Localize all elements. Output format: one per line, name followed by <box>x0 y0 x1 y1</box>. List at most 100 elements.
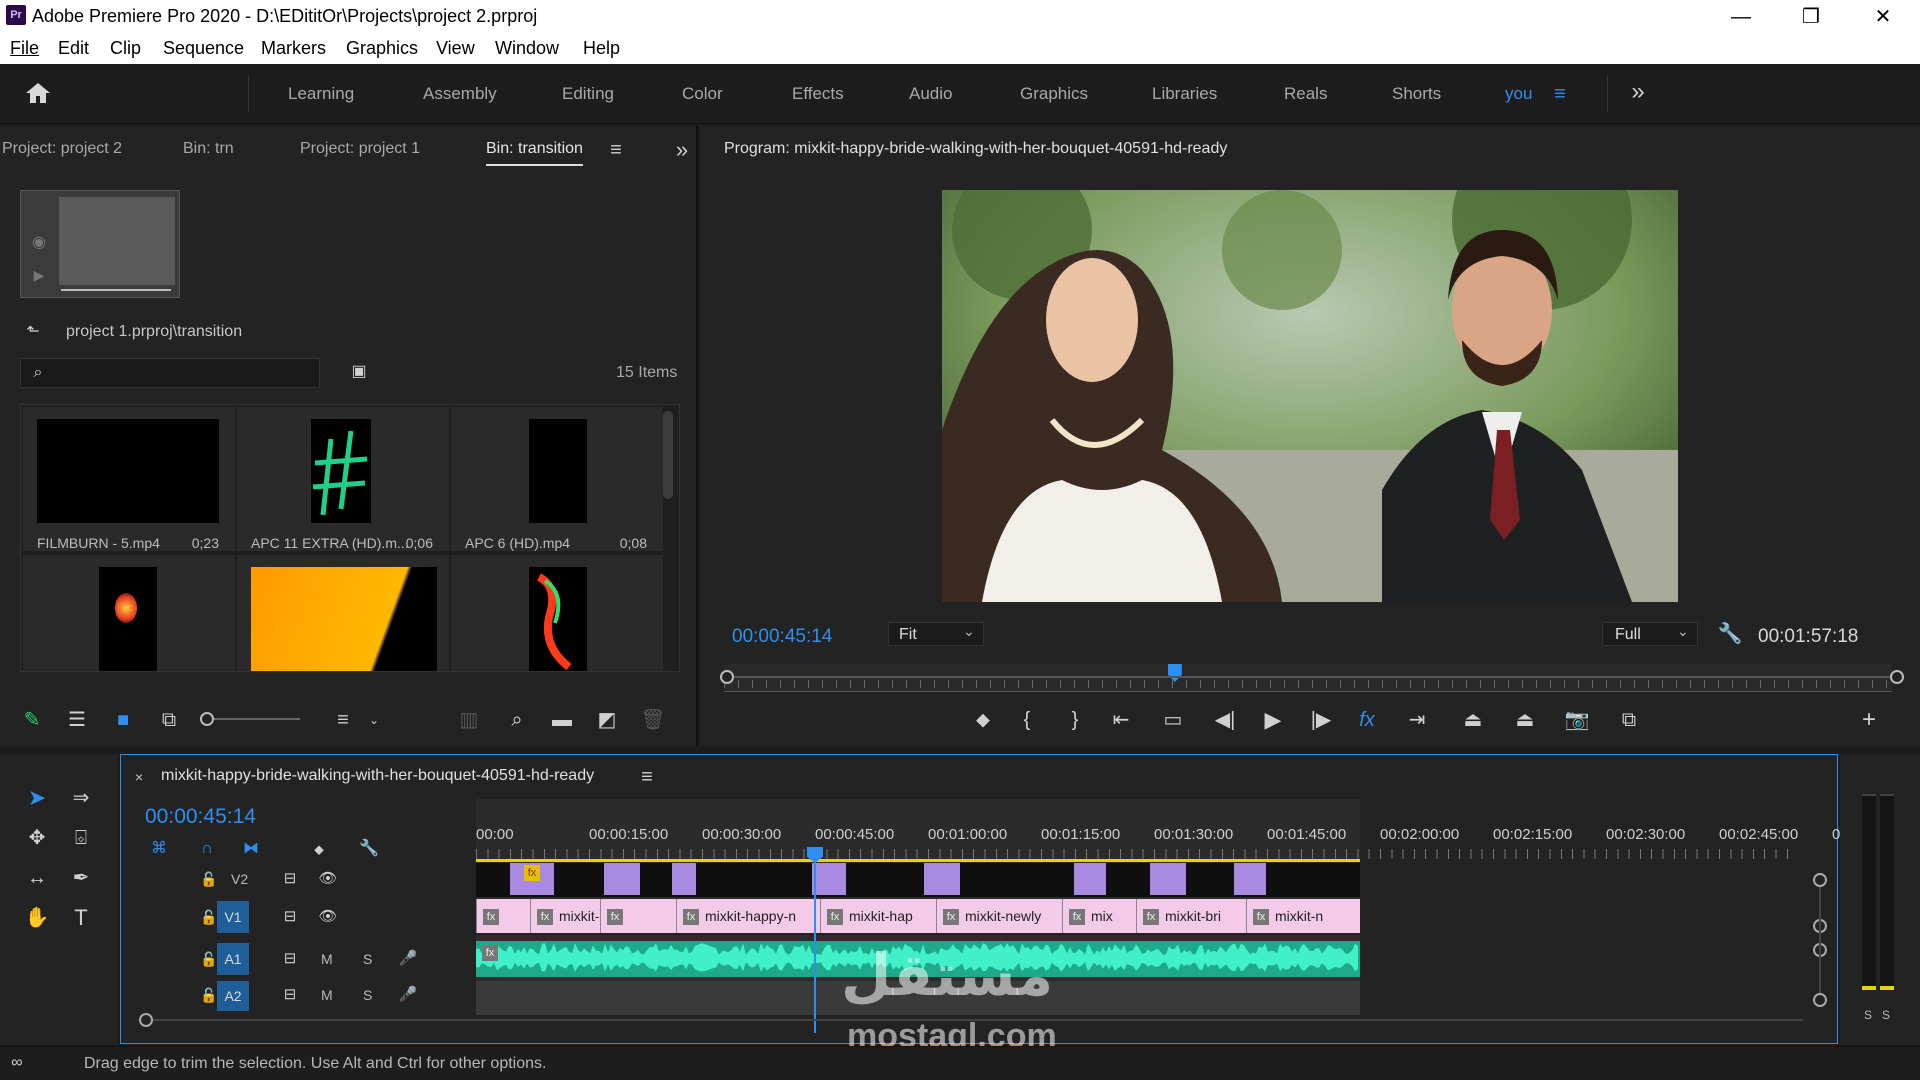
tab-project-2[interactable]: Project: project 2 <box>2 140 122 158</box>
menu-edit[interactable]: Edit <box>58 38 89 59</box>
minimize-button[interactable]: — <box>1706 0 1776 34</box>
new-bin-icon[interactable]: ▬ <box>548 708 576 732</box>
v1-clip[interactable]: fx <box>600 899 676 933</box>
v1-clip[interactable]: fx mixkit-n <box>1246 899 1360 933</box>
type-tool-icon[interactable]: T <box>66 906 96 930</box>
sync-lock-icon[interactable]: ⊟ <box>279 905 301 929</box>
safe-margins-icon[interactable]: ▭ <box>1158 708 1188 732</box>
step-back-icon[interactable]: ◀| <box>1210 708 1240 732</box>
workspace-libraries[interactable]: Libraries <box>1152 84 1217 104</box>
play-preview-icon[interactable]: ▶ <box>27 263 51 287</box>
track-label[interactable]: V1 <box>217 901 249 933</box>
v2-clip[interactable] <box>1234 863 1266 895</box>
find-icon[interactable]: ⌕ <box>504 708 530 732</box>
sort-icons-icon[interactable]: ≡ <box>330 708 356 732</box>
lift-icon[interactable]: ⏏ <box>1458 708 1488 732</box>
panel-menu-icon[interactable]: ≡ <box>604 138 628 162</box>
v2-clip[interactable] <box>924 863 960 895</box>
razor-tool-icon[interactable]: ⌺ <box>66 826 96 850</box>
tab-bin-transition[interactable]: Bin: transition <box>486 140 583 166</box>
search-input[interactable] <box>55 363 305 383</box>
timeline-timecode[interactable]: 00:00:45:14 <box>145 805 256 829</box>
bin-item[interactable]: FILMBURN - 5.mp4 0;23 <box>23 407 235 551</box>
v1-clip[interactable]: fx <box>476 899 530 933</box>
workspace-assembly[interactable]: Assembly <box>423 84 497 104</box>
lock-icon[interactable]: 🔓 <box>199 867 219 891</box>
microphone-icon[interactable]: 🎤 <box>397 983 419 1007</box>
v1-clip[interactable]: fx mixkit-happy-n <box>676 899 820 933</box>
monitor-timeline-ruler[interactable] <box>724 664 1892 692</box>
menu-help[interactable]: Help <box>583 38 620 59</box>
timeline-ruler[interactable]: 00:00 00:00:15:00 00:00:30:00 00:00:45:00 00… <box>476 799 1849 863</box>
sequence-tab[interactable]: mixkit-happy-bride-walking-with-her-bouq… <box>161 767 594 785</box>
eye-icon[interactable]: 👁 <box>317 867 339 891</box>
freeform-view-icon[interactable]: ⧉ <box>154 708 184 732</box>
add-marker-icon[interactable]: ⬥ <box>307 837 331 861</box>
snap-magnet-icon[interactable]: ∩ <box>195 837 219 861</box>
lock-icon[interactable]: 🔓 <box>199 905 219 929</box>
work-area-bar[interactable] <box>476 859 1360 862</box>
workspace-learning[interactable]: Learning <box>288 84 354 104</box>
extract-icon[interactable]: ⏏ <box>1510 708 1540 732</box>
v2-clip[interactable] <box>1074 863 1106 895</box>
workspace-reals[interactable]: Reals <box>1284 84 1327 104</box>
linked-selection-icon[interactable]: ⧓ <box>239 837 263 861</box>
menu-graphics[interactable]: Graphics <box>346 38 418 59</box>
bin-item[interactable]: APC 11 EXTRA (HD).m... 0;06 <box>237 407 449 551</box>
add-marker-icon[interactable]: ⬥ <box>970 708 996 732</box>
eye-icon[interactable]: 👁 <box>317 905 339 929</box>
menu-view[interactable]: View <box>436 38 475 59</box>
bin-item[interactable] <box>451 555 663 671</box>
nest-toggle-icon[interactable]: ⌘ <box>147 837 171 861</box>
workspace-graphics[interactable]: Graphics <box>1020 84 1088 104</box>
comparison-view-icon[interactable]: ⧉ <box>1614 708 1644 732</box>
track-label[interactable]: A2 <box>217 981 249 1011</box>
vertical-zoom-handle[interactable] <box>1813 993 1827 1007</box>
list-view-icon[interactable]: ☰ <box>64 708 90 732</box>
slip-tool-icon[interactable]: ↔ <box>22 866 52 890</box>
v1-clip[interactable]: fx mix <box>1062 899 1136 933</box>
close-sequence-icon[interactable]: × <box>135 769 143 785</box>
v2-clip[interactable] <box>604 863 640 895</box>
menu-sequence[interactable]: Sequence <box>163 38 244 59</box>
v2-clip[interactable]: fx <box>510 863 554 895</box>
new-item-icon[interactable]: ◩ <box>594 708 620 732</box>
timeline-playhead[interactable] <box>807 847 823 1033</box>
panel-menu-icon[interactable]: ≡ <box>635 765 659 789</box>
home-icon[interactable] <box>22 80 54 108</box>
resolution-select[interactable]: Full ⌄ <box>1602 622 1698 646</box>
go-to-in-icon[interactable]: ⇤ <box>1106 708 1136 732</box>
new-search-bin-icon[interactable]: ▣ <box>346 360 372 384</box>
workspace-editing[interactable]: Editing <box>562 84 614 104</box>
bin-item[interactable]: APC 6 (HD).mp4 0;08 <box>451 407 663 551</box>
lock-icon[interactable]: 🔓 <box>199 983 219 1007</box>
button-editor-plus-icon[interactable]: + <box>1856 708 1882 732</box>
workspace-effects[interactable]: Effects <box>792 84 844 104</box>
v1-track[interactable]: fx fx mixkit- fx fx mixkit-happy-n fx mixki… <box>476 899 1360 935</box>
v2-clip[interactable] <box>1150 863 1186 895</box>
close-window-button[interactable]: ✕ <box>1848 0 1918 34</box>
zoom-scroll-bar[interactable] <box>720 676 1904 678</box>
wrench-settings-icon[interactable]: 🔧 <box>1716 622 1744 646</box>
v2-track[interactable]: fx <box>476 863 1360 897</box>
bin-item[interactable] <box>237 555 449 671</box>
mute-button[interactable]: M <box>321 951 333 967</box>
v2-clip[interactable] <box>672 863 696 895</box>
scroll-handle-left[interactable] <box>720 670 734 684</box>
play-icon[interactable]: ▶ <box>1258 708 1288 732</box>
mark-in-icon[interactable]: { <box>1014 708 1040 732</box>
vertical-zoom-handle[interactable] <box>1813 873 1827 887</box>
v1-clip[interactable]: fx mixkit-newly <box>936 899 1062 933</box>
workspace-menu-icon[interactable]: ≡ <box>1548 82 1572 106</box>
horizontal-scroll-handle[interactable] <box>139 1013 153 1027</box>
track-label[interactable]: A1 <box>217 943 249 975</box>
fx-toggle-icon[interactable]: fx <box>1352 708 1382 732</box>
sync-lock-icon[interactable]: ⊟ <box>279 867 301 891</box>
bin-scrollbar[interactable] <box>663 411 673 499</box>
tab-project-1[interactable]: Project: project 1 <box>300 140 420 158</box>
tab-bin-trn[interactable]: Bin: trn <box>183 140 234 158</box>
mark-out-icon[interactable]: } <box>1062 708 1088 732</box>
go-to-out-icon[interactable]: ⇥ <box>1402 708 1432 732</box>
zoom-select[interactable]: Fit ⌄ <box>888 622 984 646</box>
solo-button[interactable]: S <box>363 987 372 1003</box>
